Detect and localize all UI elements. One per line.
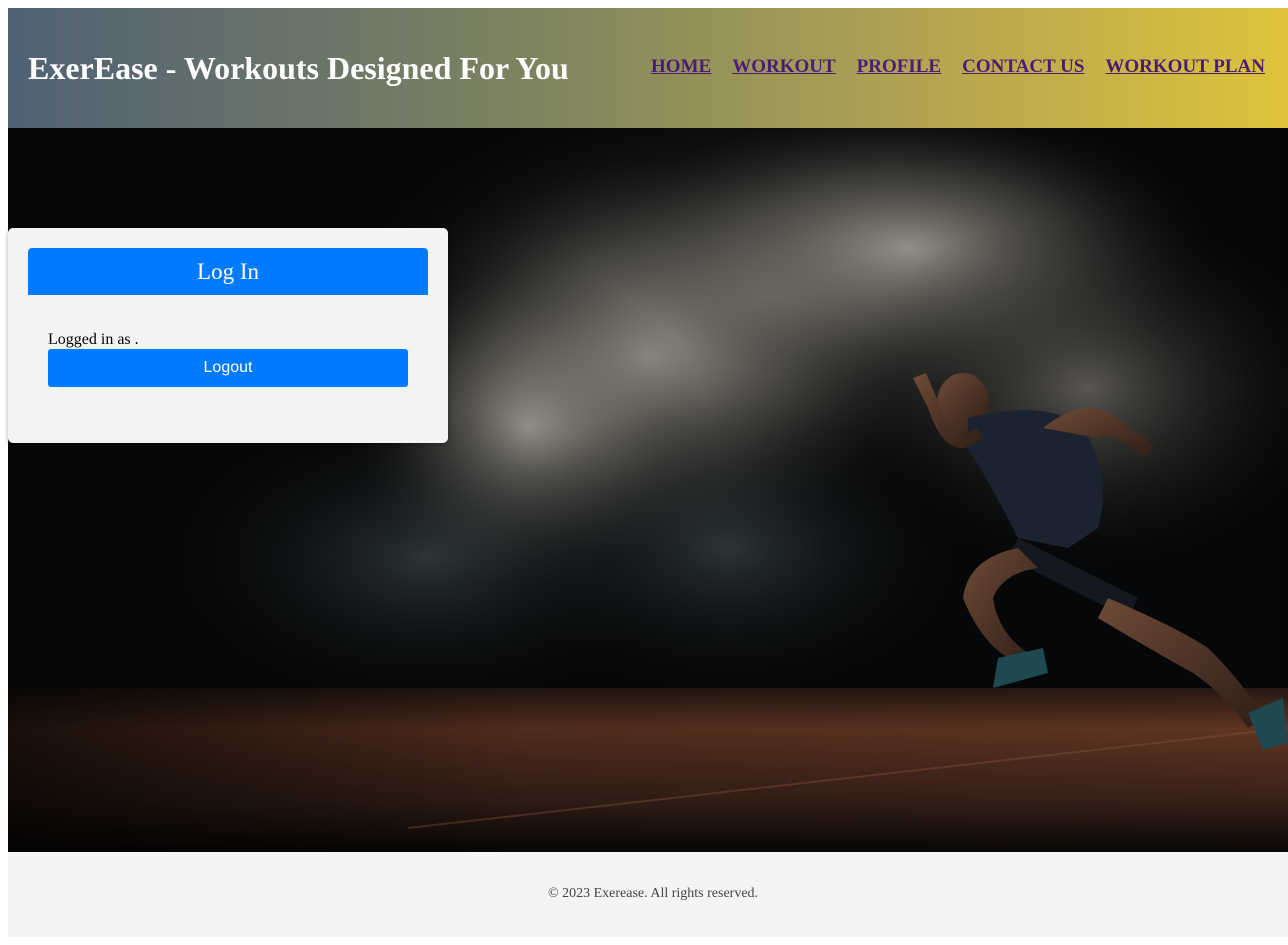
copyright-text: © 2023 Exerease. All rights reserved.: [547, 886, 759, 901]
nav-link-home[interactable]: HOME: [651, 55, 711, 79]
nav-link-workout-plan[interactable]: WORKOUT PLAN: [1105, 55, 1265, 79]
nav-link-profile[interactable]: PROFILE: [857, 55, 941, 79]
page: ExerEase - Workouts Designed For You HOM…: [8, 8, 1288, 937]
main-nav: HOME WORKOUT PROFILE CONTACT US WORKOUT …: [651, 55, 1265, 79]
login-panel: Log In Logged in as . Logout: [8, 228, 448, 443]
logged-in-status: Logged in as .: [48, 331, 139, 348]
logout-button[interactable]: Logout: [48, 349, 408, 387]
nav-link-workout[interactable]: WORKOUT: [732, 55, 835, 79]
site-title: ExerEase - Workouts Designed For You: [28, 50, 569, 86]
login-heading: Log In: [28, 248, 428, 295]
nav-link-contact-us[interactable]: CONTACT US: [962, 55, 1084, 79]
site-footer: © 2023 Exerease. All rights reserved.: [8, 852, 1288, 937]
site-header: ExerEase - Workouts Designed For You HOM…: [8, 8, 1288, 128]
